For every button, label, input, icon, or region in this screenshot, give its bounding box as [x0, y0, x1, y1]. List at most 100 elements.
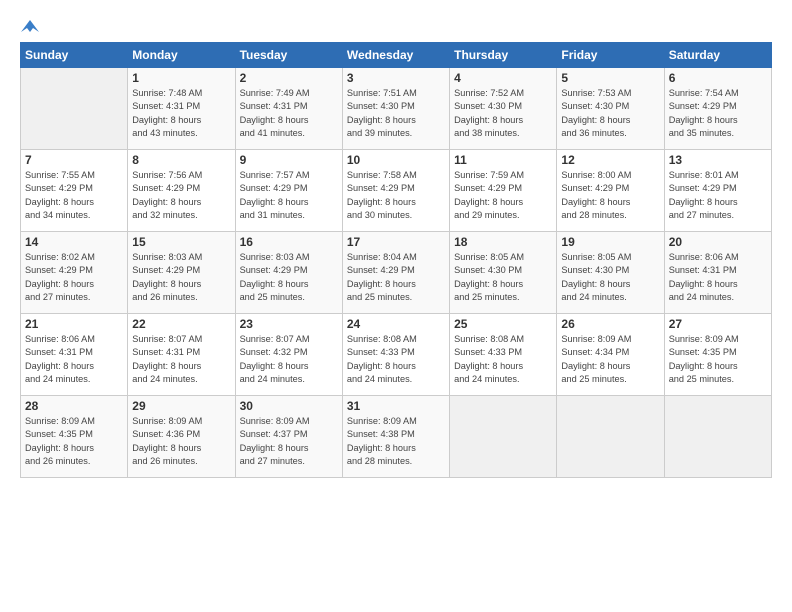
page: SundayMondayTuesdayWednesdayThursdayFrid… — [0, 0, 792, 612]
day-cell: 30 Sunrise: 8:09 AMSunset: 4:37 PMDayligh… — [235, 396, 342, 478]
week-row-3: 14 Sunrise: 8:02 AMSunset: 4:29 PMDayligh… — [21, 232, 772, 314]
day-cell: 23 Sunrise: 8:07 AMSunset: 4:32 PMDayligh… — [235, 314, 342, 396]
day-number: 8 — [132, 153, 230, 167]
day-number: 18 — [454, 235, 552, 249]
day-number: 12 — [561, 153, 659, 167]
day-info: Sunrise: 8:01 AMSunset: 4:29 PMDaylight:… — [669, 169, 767, 222]
day-info: Sunrise: 8:08 AMSunset: 4:33 PMDaylight:… — [347, 333, 445, 386]
day-cell: 1 Sunrise: 7:48 AMSunset: 4:31 PMDaylight… — [128, 68, 235, 150]
day-info: Sunrise: 8:03 AMSunset: 4:29 PMDaylight:… — [132, 251, 230, 304]
col-header-tuesday: Tuesday — [235, 43, 342, 68]
day-cell: 3 Sunrise: 7:51 AMSunset: 4:30 PMDaylight… — [342, 68, 449, 150]
day-number: 6 — [669, 71, 767, 85]
day-cell: 18Sunrise: 8:05 AMSunset: 4:30 PMDayligh… — [450, 232, 557, 314]
day-info: Sunrise: 7:51 AMSunset: 4:30 PMDaylight:… — [347, 87, 445, 140]
day-cell: 9Sunrise: 7:57 AMSunset: 4:29 PMDaylight… — [235, 150, 342, 232]
day-cell: 15 Sunrise: 8:03 AMSunset: 4:29 PMDayligh… — [128, 232, 235, 314]
day-info: Sunrise: 7:59 AMSunset: 4:29 PMDaylight:… — [454, 169, 552, 222]
day-cell: 22 Sunrise: 8:07 AMSunset: 4:31 PMDayligh… — [128, 314, 235, 396]
col-header-friday: Friday — [557, 43, 664, 68]
day-number: 22 — [132, 317, 230, 331]
day-cell — [557, 396, 664, 478]
day-info: Sunrise: 8:05 AMSunset: 4:30 PMDaylight:… — [561, 251, 659, 304]
day-cell: 27 Sunrise: 8:09 AMSunset: 4:35 PMDayligh… — [664, 314, 771, 396]
col-header-saturday: Saturday — [664, 43, 771, 68]
day-cell: 19 Sunrise: 8:05 AMSunset: 4:30 PMDayligh… — [557, 232, 664, 314]
day-info: Sunrise: 8:08 AMSunset: 4:33 PMDaylight:… — [454, 333, 552, 386]
day-info: Sunrise: 7:48 AMSunset: 4:31 PMDaylight:… — [132, 87, 230, 140]
day-number: 20 — [669, 235, 767, 249]
day-cell: 5Sunrise: 7:53 AMSunset: 4:30 PMDaylight… — [557, 68, 664, 150]
day-number: 3 — [347, 71, 445, 85]
week-row-5: 28Sunrise: 8:09 AMSunset: 4:35 PMDayligh… — [21, 396, 772, 478]
day-cell: 21 Sunrise: 8:06 AMSunset: 4:31 PMDayligh… — [21, 314, 128, 396]
day-info: Sunrise: 8:06 AMSunset: 4:31 PMDaylight:… — [669, 251, 767, 304]
day-cell: 16 Sunrise: 8:03 AMSunset: 4:29 PMDayligh… — [235, 232, 342, 314]
day-number: 15 — [132, 235, 230, 249]
logo-bird-icon — [21, 18, 39, 36]
day-info: Sunrise: 8:03 AMSunset: 4:29 PMDaylight:… — [240, 251, 338, 304]
day-info: Sunrise: 8:09 AMSunset: 4:34 PMDaylight:… — [561, 333, 659, 386]
week-row-1: 1 Sunrise: 7:48 AMSunset: 4:31 PMDaylight… — [21, 68, 772, 150]
day-number: 10 — [347, 153, 445, 167]
day-number: 4 — [454, 71, 552, 85]
col-header-sunday: Sunday — [21, 43, 128, 68]
day-info: Sunrise: 7:49 AMSunset: 4:31 PMDaylight:… — [240, 87, 338, 140]
week-row-2: 7Sunrise: 7:55 AMSunset: 4:29 PMDaylight… — [21, 150, 772, 232]
day-number: 24 — [347, 317, 445, 331]
calendar-table: SundayMondayTuesdayWednesdayThursdayFrid… — [20, 42, 772, 478]
day-info: Sunrise: 8:09 AMSunset: 4:35 PMDaylight:… — [669, 333, 767, 386]
col-header-wednesday: Wednesday — [342, 43, 449, 68]
day-cell: 26 Sunrise: 8:09 AMSunset: 4:34 PMDayligh… — [557, 314, 664, 396]
day-info: Sunrise: 8:06 AMSunset: 4:31 PMDaylight:… — [25, 333, 123, 386]
day-number: 16 — [240, 235, 338, 249]
day-info: Sunrise: 8:00 AMSunset: 4:29 PMDaylight:… — [561, 169, 659, 222]
day-cell: 31 Sunrise: 8:09 AMSunset: 4:38 PMDayligh… — [342, 396, 449, 478]
day-number: 1 — [132, 71, 230, 85]
day-number: 26 — [561, 317, 659, 331]
day-number: 9 — [240, 153, 338, 167]
day-cell: 14 Sunrise: 8:02 AMSunset: 4:29 PMDayligh… — [21, 232, 128, 314]
day-info: Sunrise: 8:09 AMSunset: 4:38 PMDaylight:… — [347, 415, 445, 468]
day-number: 21 — [25, 317, 123, 331]
day-number: 19 — [561, 235, 659, 249]
day-info: Sunrise: 7:53 AMSunset: 4:30 PMDaylight:… — [561, 87, 659, 140]
day-cell: 7Sunrise: 7:55 AMSunset: 4:29 PMDaylight… — [21, 150, 128, 232]
day-cell — [21, 68, 128, 150]
day-cell: 12 Sunrise: 8:00 AMSunset: 4:29 PMDayligh… — [557, 150, 664, 232]
day-number: 2 — [240, 71, 338, 85]
day-cell: 29Sunrise: 8:09 AMSunset: 4:36 PMDayligh… — [128, 396, 235, 478]
day-number: 27 — [669, 317, 767, 331]
day-number: 31 — [347, 399, 445, 413]
day-info: Sunrise: 8:02 AMSunset: 4:29 PMDaylight:… — [25, 251, 123, 304]
day-number: 23 — [240, 317, 338, 331]
day-number: 13 — [669, 153, 767, 167]
day-info: Sunrise: 7:54 AMSunset: 4:29 PMDaylight:… — [669, 87, 767, 140]
day-info: Sunrise: 8:09 AMSunset: 4:36 PMDaylight:… — [132, 415, 230, 468]
day-cell: 13 Sunrise: 8:01 AMSunset: 4:29 PMDayligh… — [664, 150, 771, 232]
col-header-thursday: Thursday — [450, 43, 557, 68]
day-info: Sunrise: 8:04 AMSunset: 4:29 PMDaylight:… — [347, 251, 445, 304]
day-number: 17 — [347, 235, 445, 249]
day-info: Sunrise: 8:09 AMSunset: 4:35 PMDaylight:… — [25, 415, 123, 468]
day-cell: 20 Sunrise: 8:06 AMSunset: 4:31 PMDayligh… — [664, 232, 771, 314]
header — [20, 18, 772, 32]
day-cell: 11 Sunrise: 7:59 AMSunset: 4:29 PMDayligh… — [450, 150, 557, 232]
day-cell: 8 Sunrise: 7:56 AMSunset: 4:29 PMDaylight… — [128, 150, 235, 232]
day-cell: 17 Sunrise: 8:04 AMSunset: 4:29 PMDayligh… — [342, 232, 449, 314]
day-info: Sunrise: 7:58 AMSunset: 4:29 PMDaylight:… — [347, 169, 445, 222]
day-info: Sunrise: 8:07 AMSunset: 4:31 PMDaylight:… — [132, 333, 230, 386]
day-number: 30 — [240, 399, 338, 413]
day-info: Sunrise: 8:07 AMSunset: 4:32 PMDaylight:… — [240, 333, 338, 386]
day-info: Sunrise: 8:09 AMSunset: 4:37 PMDaylight:… — [240, 415, 338, 468]
day-cell — [664, 396, 771, 478]
day-number: 11 — [454, 153, 552, 167]
day-cell: 10 Sunrise: 7:58 AMSunset: 4:29 PMDayligh… — [342, 150, 449, 232]
col-header-monday: Monday — [128, 43, 235, 68]
day-number: 14 — [25, 235, 123, 249]
day-cell: 28Sunrise: 8:09 AMSunset: 4:35 PMDayligh… — [21, 396, 128, 478]
day-cell: 25Sunrise: 8:08 AMSunset: 4:33 PMDayligh… — [450, 314, 557, 396]
day-info: Sunrise: 7:56 AMSunset: 4:29 PMDaylight:… — [132, 169, 230, 222]
day-number: 7 — [25, 153, 123, 167]
day-cell — [450, 396, 557, 478]
